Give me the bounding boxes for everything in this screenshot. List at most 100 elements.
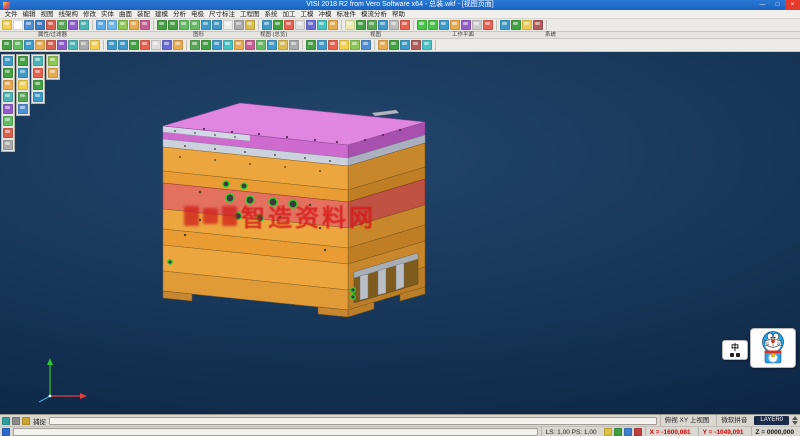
mold-3d-model[interactable] bbox=[140, 100, 440, 335]
toolbar-icon[interactable] bbox=[378, 40, 388, 50]
toolbar-icon[interactable] bbox=[129, 40, 139, 50]
toolbar-icon[interactable] bbox=[3, 104, 13, 114]
toolbar-icon[interactable] bbox=[306, 40, 316, 50]
toolbar-icon[interactable] bbox=[378, 20, 388, 30]
toolbar-icon[interactable] bbox=[33, 68, 43, 78]
status-icon[interactable] bbox=[604, 428, 612, 436]
ime-lang-indicator[interactable]: 中 bbox=[731, 344, 739, 352]
menu-item-17[interactable]: 冲模 bbox=[316, 10, 334, 19]
toolbar-icon[interactable] bbox=[168, 20, 178, 30]
toolbar-icon[interactable] bbox=[96, 20, 106, 30]
menu-item-14[interactable]: 系统 bbox=[262, 10, 280, 19]
menu-item-3[interactable]: 视图 bbox=[38, 10, 56, 19]
toolbar-icon[interactable] bbox=[256, 40, 266, 50]
toolbar-icon[interactable] bbox=[461, 20, 471, 30]
menu-item-15[interactable]: 加工 bbox=[280, 10, 298, 19]
close-button[interactable]: × bbox=[785, 0, 800, 10]
toolbar-icon[interactable] bbox=[389, 20, 399, 30]
toolbar-icon[interactable] bbox=[289, 40, 299, 50]
toolbar-icon[interactable] bbox=[2, 40, 12, 50]
status-icon[interactable] bbox=[634, 428, 642, 436]
toolbar-icon[interactable] bbox=[317, 40, 327, 50]
toolbar-icon[interactable] bbox=[79, 20, 89, 30]
display-mode-icons[interactable] bbox=[604, 428, 642, 436]
toolbar-icon[interactable] bbox=[2, 20, 12, 30]
viewport-canvas[interactable]: 智造资料网 中 bbox=[0, 52, 800, 414]
toolbar-icon[interactable] bbox=[483, 20, 493, 30]
ime-options-icons[interactable] bbox=[730, 353, 740, 357]
toolbar-icon[interactable] bbox=[328, 40, 338, 50]
toolbar-icon[interactable] bbox=[212, 20, 222, 30]
toolbar-icon[interactable] bbox=[24, 40, 34, 50]
toolbar-icon[interactable] bbox=[18, 56, 28, 66]
toolbar-icon[interactable] bbox=[306, 20, 316, 30]
maximize-button[interactable]: □ bbox=[770, 0, 785, 10]
status-icon[interactable] bbox=[2, 428, 10, 436]
toolbar-icon[interactable] bbox=[234, 20, 244, 30]
toolbar-icon[interactable] bbox=[361, 40, 371, 50]
menu-item-13[interactable]: 工程图 bbox=[238, 10, 263, 19]
toolbar-icon[interactable] bbox=[422, 40, 432, 50]
minimize-button[interactable]: — bbox=[755, 0, 770, 10]
toolbar-icon[interactable] bbox=[389, 40, 399, 50]
status-icon[interactable] bbox=[2, 428, 10, 436]
toolbar-icon[interactable] bbox=[179, 20, 189, 30]
toolbar-icon[interactable] bbox=[129, 20, 139, 30]
toolbar-icon[interactable] bbox=[428, 20, 438, 30]
toolbar-icon[interactable] bbox=[262, 20, 272, 30]
toolbar-icon[interactable] bbox=[13, 20, 23, 30]
menu-item-19[interactable]: 模流分析 bbox=[359, 10, 390, 19]
toolbar-icon[interactable] bbox=[118, 40, 128, 50]
toolbar-icon[interactable] bbox=[223, 40, 233, 50]
toolbar-icon[interactable] bbox=[367, 20, 377, 30]
status-icon[interactable] bbox=[624, 428, 632, 436]
toolbar-icon[interactable] bbox=[267, 40, 277, 50]
toolbar-icon[interactable] bbox=[33, 56, 43, 66]
toolbar-icon[interactable] bbox=[13, 40, 23, 50]
toolbar-icon[interactable] bbox=[439, 20, 449, 30]
toolbar-icon[interactable] bbox=[522, 20, 532, 30]
toolbar-icon[interactable] bbox=[24, 20, 34, 30]
toolbar-icon[interactable] bbox=[90, 40, 100, 50]
toolbar-icon[interactable] bbox=[339, 40, 349, 50]
toolbar-icon[interactable] bbox=[234, 40, 244, 50]
toolbar-icon[interactable] bbox=[35, 20, 45, 30]
toolbar-icon[interactable] bbox=[201, 20, 211, 30]
toolbar-icon[interactable] bbox=[33, 80, 43, 90]
toolbar-icon[interactable] bbox=[411, 40, 421, 50]
status-icon[interactable] bbox=[12, 417, 20, 425]
toolbar-icon[interactable] bbox=[3, 56, 13, 66]
toolbar-icon[interactable] bbox=[33, 92, 43, 102]
menu-item-9[interactable]: 建模 bbox=[153, 10, 171, 19]
toolbar-icon[interactable] bbox=[157, 20, 167, 30]
toolbar-icon[interactable] bbox=[223, 20, 233, 30]
snap-toggle-icons[interactable] bbox=[2, 417, 30, 425]
toolbar-icon[interactable] bbox=[46, 40, 56, 50]
toolbar-icon[interactable] bbox=[48, 56, 58, 66]
menu-item-8[interactable]: 装配 bbox=[135, 10, 153, 19]
menu-item-6[interactable]: 实体 bbox=[99, 10, 117, 19]
toolbar-icon[interactable] bbox=[278, 40, 288, 50]
toolbar-icon[interactable] bbox=[500, 20, 510, 30]
toolbar-icon[interactable] bbox=[18, 80, 28, 90]
toolbar-icon[interactable] bbox=[400, 40, 410, 50]
menu-item-2[interactable]: 编辑 bbox=[20, 10, 38, 19]
ime-language-bar[interactable]: 中 bbox=[722, 340, 748, 360]
toolbar-icon[interactable] bbox=[18, 92, 28, 102]
menu-item-11[interactable]: 电极 bbox=[189, 10, 207, 19]
menu-item-5[interactable]: 修改 bbox=[81, 10, 99, 19]
toolbar-icon[interactable] bbox=[245, 20, 255, 30]
toolbar-icon[interactable] bbox=[46, 20, 56, 30]
toolbar-icon[interactable] bbox=[472, 20, 482, 30]
toolbar-icon[interactable] bbox=[3, 116, 13, 126]
toolbar-icon[interactable] bbox=[162, 40, 172, 50]
toolbar-icon[interactable] bbox=[328, 20, 338, 30]
toolbar-icon[interactable] bbox=[356, 20, 366, 30]
toolbar-icon[interactable] bbox=[57, 40, 67, 50]
menu-item-12[interactable]: 尺寸标注 bbox=[207, 10, 238, 19]
menu-item-10[interactable]: 分析 bbox=[171, 10, 189, 19]
layer-badge[interactable]: LAYER0 bbox=[754, 416, 789, 425]
toolbar-icon[interactable] bbox=[295, 20, 305, 30]
toolbar-icon[interactable] bbox=[107, 40, 117, 50]
menu-item-7[interactable]: 曲面 bbox=[117, 10, 135, 19]
